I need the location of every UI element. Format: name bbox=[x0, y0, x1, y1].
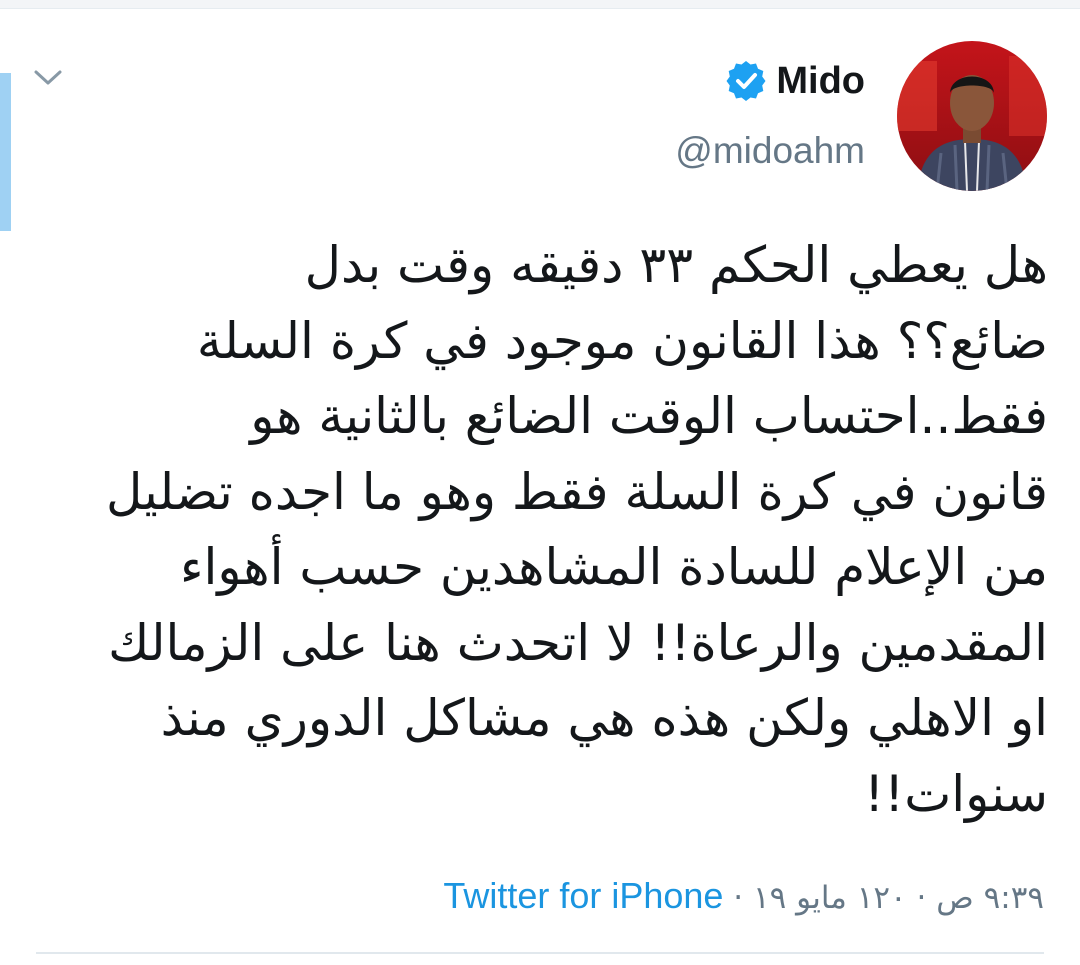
tweet-text-line: هل يعطي الحكم ٣٣ دقيقه وقت بدل bbox=[304, 236, 1048, 294]
tweet-text-line: المقدمين والرعاة!! لا اتحدث هنا على الزم… bbox=[108, 613, 1048, 672]
tweet-text-line: سنوات!! bbox=[864, 764, 1048, 823]
tweet-text-line: او الاهلي ولكن هذه هي مشاكل الدوري منذ bbox=[160, 689, 1048, 747]
bottom-divider bbox=[36, 952, 1044, 954]
author-display-name[interactable]: Mido bbox=[776, 55, 865, 107]
tweet-text-line: قانون في كرة السلة فقط وهو ما اجده تضليل bbox=[105, 462, 1048, 521]
author-name-row: Mido bbox=[726, 55, 865, 107]
tweet-timestamp[interactable]: ٩:٣٩ ص · ١٢٠ مايو ١٩ bbox=[753, 880, 1044, 916]
meta-separator: · bbox=[733, 880, 744, 916]
tweet-metadata: ٩:٣٩ ص · ١٢٠ مايو ١٩ · Twitter for iPhon… bbox=[443, 870, 1044, 924]
author-handle[interactable]: @midoahm bbox=[675, 126, 865, 176]
thread-highlight-bar bbox=[0, 73, 11, 231]
tweet-text-line: فقط..احتساب الوقت الضائع بالثانية هو bbox=[250, 387, 1048, 445]
verified-badge-icon bbox=[726, 61, 766, 101]
tweet-text: هل يعطي الحكم ٣٣ دقيقه وقت بدل ضائع؟؟ هذ… bbox=[40, 228, 1048, 832]
top-divider bbox=[0, 0, 1080, 9]
tweet-text-line: ضائع؟؟ هذا القانون موجود في كرة السلة bbox=[196, 311, 1048, 370]
avatar[interactable] bbox=[897, 41, 1047, 191]
tweet-source-link[interactable]: Twitter for iPhone bbox=[443, 875, 723, 916]
tweet-text-line: من الإعلام للسادة المشاهدين حسب أهواء bbox=[180, 538, 1048, 596]
chevron-down-icon[interactable] bbox=[32, 66, 64, 90]
avatar-photo bbox=[897, 41, 1047, 191]
